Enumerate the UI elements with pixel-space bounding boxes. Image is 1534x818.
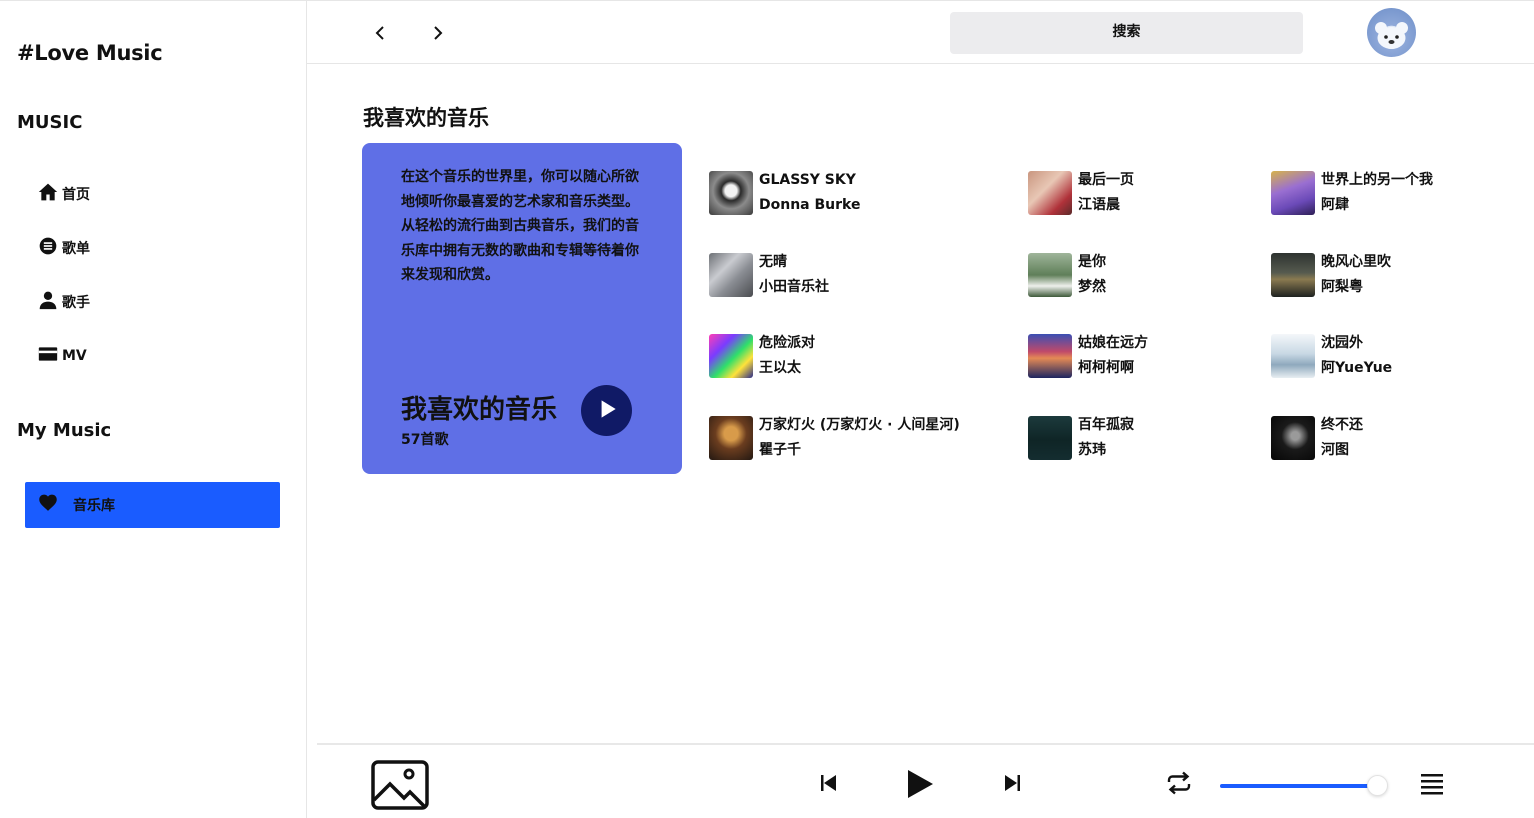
skip-next-icon[interactable] <box>1003 774 1021 796</box>
album-cover <box>1271 170 1315 215</box>
song-artist: Donna Burke <box>759 197 861 213</box>
song-artist: 阿YueYue <box>1321 360 1393 376</box>
sidebar-item-home[interactable]: 首页 <box>38 183 90 205</box>
song-title: 最后一页 <box>1078 172 1134 188</box>
album-cover <box>709 333 753 378</box>
sidebar-item-label: 首页 <box>62 187 90 203</box>
sidebar: #Love Music MUSIC 首页 歌单 歌手 MV My Music 音… <box>0 0 307 818</box>
album-cover <box>1028 252 1072 297</box>
song-item[interactable]: 百年孤寂 苏玮 <box>1028 415 1134 460</box>
song-item[interactable]: 最后一页 江语晨 <box>1028 170 1134 215</box>
song-artist: 小田音乐社 <box>759 279 829 295</box>
song-item[interactable]: GLASSY SKY Donna Burke <box>709 170 860 215</box>
album-cover <box>709 415 753 460</box>
song-item[interactable]: 无晴 小田音乐社 <box>709 252 829 297</box>
user-avatar[interactable] <box>1367 8 1416 57</box>
sidebar-item-mv[interactable]: MV <box>38 345 87 367</box>
song-title: GLASSY SKY <box>759 172 856 188</box>
album-cover <box>709 170 753 215</box>
album-cover <box>1028 415 1072 460</box>
queue-list-icon[interactable] <box>1420 772 1444 800</box>
song-artist: 阿肆 <box>1321 197 1349 213</box>
song-artist: 梦然 <box>1078 279 1106 295</box>
song-artist: 柯柯柯啊 <box>1078 360 1134 376</box>
song-title: 百年孤寂 <box>1078 417 1134 433</box>
song-title: 沈园外 <box>1321 335 1363 351</box>
sidebar-item-label: 歌单 <box>62 241 90 257</box>
song-title: 危险派对 <box>759 335 815 351</box>
song-item[interactable]: 危险派对 王以太 <box>709 333 815 378</box>
play-icon[interactable] <box>906 769 934 803</box>
album-cover <box>709 252 753 297</box>
player-bar <box>317 743 1534 818</box>
album-cover <box>1028 170 1072 215</box>
song-artist: 阿梨粤 <box>1321 279 1363 295</box>
heart-icon <box>38 493 58 517</box>
image-placeholder-icon <box>371 760 429 816</box>
song-title: 世界上的另一个我 <box>1321 172 1433 188</box>
song-artist: 瞿子千 <box>759 442 801 458</box>
skip-previous-icon[interactable] <box>820 774 838 796</box>
album-cover <box>1271 333 1315 378</box>
album-cover <box>1271 415 1315 460</box>
volume-fill <box>1220 784 1373 788</box>
song-artist: 江语晨 <box>1078 197 1120 213</box>
sidebar-item-library[interactable]: 音乐库 <box>25 482 280 528</box>
song-title: 万家灯火 (万家灯火 · 人间星河) <box>759 417 960 433</box>
brand-title: #Love Music <box>17 41 163 65</box>
volume-handle[interactable] <box>1367 775 1389 796</box>
promo-song-count: 57首歌 <box>401 432 449 448</box>
song-item[interactable]: 万家灯火 (万家灯火 · 人间星河) 瞿子千 <box>709 415 960 460</box>
person-icon <box>38 290 58 314</box>
sidebar-item-label: 歌手 <box>62 295 90 311</box>
top-header: 搜索 <box>307 0 1534 64</box>
song-item[interactable]: 晚风心里吹 阿梨粤 <box>1271 252 1391 297</box>
play-all-button[interactable] <box>581 385 632 436</box>
section-my-music-title: My Music <box>17 420 112 441</box>
play-icon <box>594 396 620 426</box>
chevron-left-icon[interactable] <box>370 23 390 43</box>
song-artist: 河图 <box>1321 442 1349 458</box>
sidebar-item-artist[interactable]: 歌手 <box>38 291 90 313</box>
song-title: 晚风心里吹 <box>1321 254 1391 270</box>
album-cover <box>1028 333 1072 378</box>
song-item[interactable]: 是你 梦然 <box>1028 252 1106 297</box>
playlist-icon <box>38 236 58 260</box>
favorites-promo-card: 在这个音乐的世界里，你可以随心所欲地倾听你最喜爱的艺术家和音乐类型。从轻松的流行… <box>362 143 682 474</box>
sidebar-item-label: MV <box>62 348 87 364</box>
song-artist: 苏玮 <box>1078 442 1106 458</box>
promo-description: 在这个音乐的世界里，你可以随心所欲地倾听你最喜爱的艺术家和音乐类型。从轻松的流行… <box>401 169 639 283</box>
sidebar-item-playlist[interactable]: 歌单 <box>38 237 90 259</box>
page-title: 我喜欢的音乐 <box>363 106 489 130</box>
song-item[interactable]: 世界上的另一个我 阿肆 <box>1271 170 1433 215</box>
search-button[interactable]: 搜索 <box>950 12 1303 54</box>
song-item[interactable]: 姑娘在远方 柯柯柯啊 <box>1028 333 1148 378</box>
song-item[interactable]: 沈园外 阿YueYue <box>1271 333 1392 378</box>
repeat-icon[interactable] <box>1165 771 1193 799</box>
song-artist: 王以太 <box>759 360 801 376</box>
video-card-icon <box>38 344 58 368</box>
volume-slider[interactable] <box>1220 775 1389 796</box>
song-title: 无晴 <box>759 254 787 270</box>
sidebar-item-label: 音乐库 <box>73 498 115 514</box>
song-title: 姑娘在远方 <box>1078 335 1148 351</box>
song-title: 是你 <box>1078 254 1106 270</box>
section-music-title: MUSIC <box>17 112 83 133</box>
promo-title: 我喜欢的音乐 <box>401 395 558 425</box>
song-item[interactable]: 终不还 河图 <box>1271 415 1363 460</box>
song-title: 终不还 <box>1321 417 1363 433</box>
album-cover <box>1271 252 1315 297</box>
home-icon <box>38 182 58 206</box>
chevron-right-icon[interactable] <box>428 23 448 43</box>
